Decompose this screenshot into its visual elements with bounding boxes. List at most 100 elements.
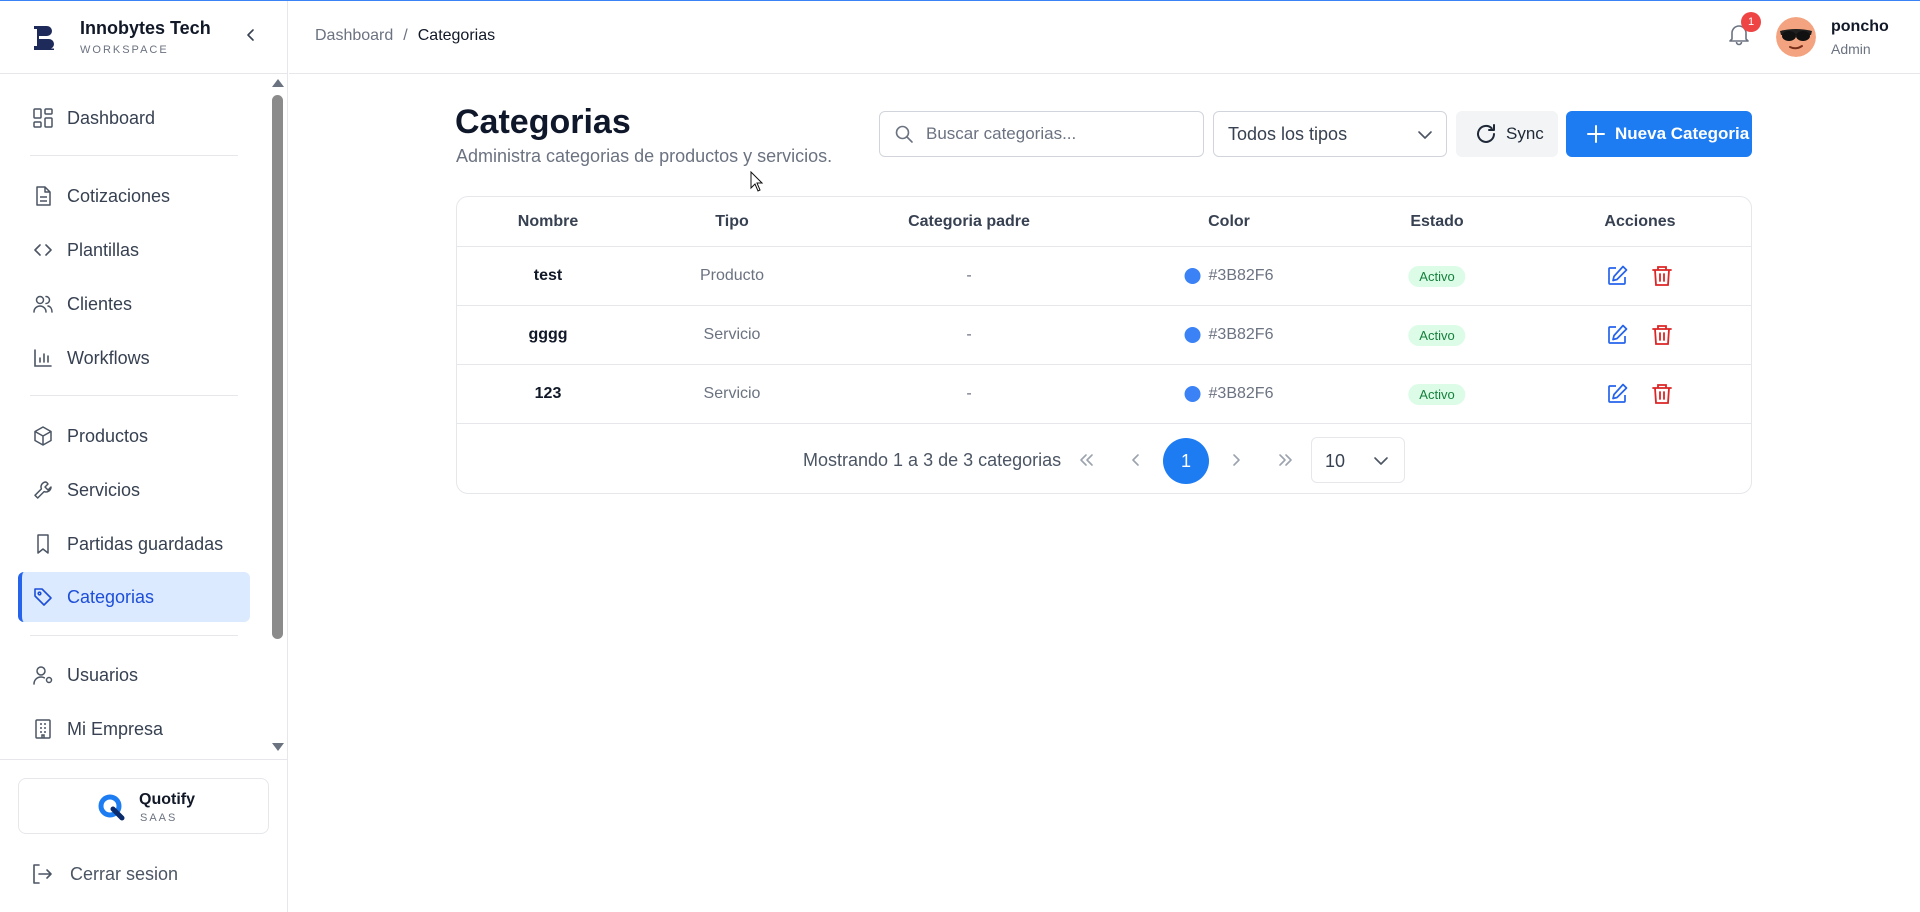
users-icon <box>33 295 53 313</box>
color-hex: #3B82F6 <box>1208 326 1274 343</box>
sidebar-item-servicios[interactable]: Servicios <box>18 465 250 515</box>
sidebar-divider <box>30 395 238 396</box>
column-header-tipo[interactable]: Tipo <box>715 213 748 231</box>
bar-chart-icon <box>34 349 52 367</box>
delete-trash-icon[interactable] <box>1650 264 1674 288</box>
sidebar-item-label: Workflows <box>67 347 150 368</box>
table-row: test Producto - #3B82F6 Activo <box>457 247 1751 306</box>
chevron-down-icon <box>1418 131 1432 139</box>
column-header-nombre[interactable]: Nombre <box>518 213 578 231</box>
type-filter-select[interactable]: Todos los tipos <box>1213 111 1447 157</box>
sidebar-item-mi-empresa[interactable]: Mi Empresa <box>18 704 250 754</box>
sidebar-item-label: Clientes <box>67 293 133 314</box>
table-header: Nombre Tipo Categoria padre Color Estado… <box>457 197 1751 247</box>
cell-color: #3B82F6 <box>1184 385 1273 403</box>
sidebar-divider <box>30 155 238 156</box>
chevron-down-icon <box>1374 457 1388 465</box>
sidebar-divider <box>30 635 238 636</box>
scroll-down-arrow-icon[interactable] <box>272 743 284 751</box>
sidebar-item-clientes[interactable]: Clientes <box>18 279 250 329</box>
sync-button[interactable]: Sync <box>1456 111 1558 157</box>
logout-label: Cerrar sesion <box>70 863 179 884</box>
tag-icon <box>34 588 52 606</box>
edit-icon[interactable] <box>1605 264 1629 288</box>
next-page-icon[interactable] <box>1221 445 1251 475</box>
sidebar-scrollbar[interactable] <box>268 79 288 755</box>
search-input[interactable] <box>926 122 1186 146</box>
table-row: 123 Servicio - #3B82F6 Activo <box>457 365 1751 424</box>
status-badge: Activo <box>1408 384 1466 405</box>
sidebar-footer: Quotify SAAS Cerrar sesion <box>0 759 288 912</box>
sidebar-item-productos[interactable]: Productos <box>18 411 250 461</box>
breadcrumb-current: Categorias <box>417 27 496 44</box>
cell-categoria-padre: - <box>966 326 972 343</box>
scroll-up-arrow-icon[interactable] <box>272 79 284 87</box>
sidebar-item-cotizaciones[interactable]: Cotizaciones <box>18 171 250 221</box>
logout-button[interactable]: Cerrar sesion <box>30 860 178 888</box>
cell-color: #3B82F6 <box>1184 326 1274 344</box>
scrollbar-thumb[interactable] <box>272 95 283 639</box>
edit-icon[interactable] <box>1605 382 1629 406</box>
avatar-face-icon <box>1776 17 1816 57</box>
cell-tipo: Producto <box>699 267 765 284</box>
last-page-icon[interactable] <box>1271 445 1301 475</box>
sidebar-item-partidas-guardadas[interactable]: Partidas guardadas <box>18 519 250 569</box>
sidebar-item-label: Partidas guardadas <box>67 533 224 554</box>
app-card-subtitle: SAAS <box>140 812 178 824</box>
sidebar-item-label: Servicios <box>67 479 141 500</box>
sidebar-item-usuarios[interactable]: Usuarios <box>18 650 250 700</box>
breadcrumb: Dashboard / Categorias <box>315 27 495 45</box>
first-page-icon[interactable] <box>1071 445 1101 475</box>
table-row: gggg Servicio - #3B82F6 Activo <box>457 306 1751 365</box>
sidebar-item-label: Usuarios <box>67 664 139 685</box>
delete-trash-icon[interactable] <box>1650 382 1674 406</box>
cell-nombre: gggg <box>528 326 568 343</box>
app-card-name: Quotify <box>139 791 195 808</box>
new-category-label: Nueva Categoria <box>1615 124 1750 143</box>
brand-name: Innobytes Tech <box>80 18 211 38</box>
page-button-current[interactable]: 1 <box>1163 438 1209 484</box>
delete-trash-icon[interactable] <box>1650 323 1674 347</box>
app-card-quotify[interactable]: Quotify SAAS <box>18 778 269 834</box>
sidebar-item-label: Dashboard <box>67 107 156 128</box>
refresh-icon <box>1477 124 1495 143</box>
sidebar: Innobytes Tech WORKSPACE Dashboard Cotiz… <box>0 1 288 912</box>
sidebar-item-workflows[interactable]: Workflows <box>18 333 250 383</box>
bookmark-icon <box>37 534 49 554</box>
user-name: poncho <box>1831 18 1889 35</box>
page-subtitle: Administra categorias de productos y ser… <box>456 146 833 166</box>
previous-page-icon[interactable] <box>1121 445 1151 475</box>
color-swatch <box>1184 268 1201 284</box>
document-icon <box>36 186 51 206</box>
sidebar-nav: Dashboard Cotizaciones Plantillas Client… <box>0 75 268 758</box>
dashboard-icon <box>33 108 53 128</box>
cell-categoria-padre: - <box>966 385 972 402</box>
breadcrumb-link-dashboard[interactable]: Dashboard <box>315 27 393 45</box>
categories-table-card: Nombre Tipo Categoria padre Color Estado… <box>456 196 1752 494</box>
sidebar-item-plantillas[interactable]: Plantillas <box>18 225 250 275</box>
avatar[interactable] <box>1776 17 1816 57</box>
per-page-select[interactable]: 10 <box>1311 437 1405 483</box>
edit-icon[interactable] <box>1605 323 1629 347</box>
sidebar-item-dashboard[interactable]: Dashboard <box>18 93 250 143</box>
color-swatch <box>1184 386 1201 402</box>
sidebar-item-label: Productos <box>67 425 149 446</box>
column-header-categoria-padre[interactable]: Categoria padre <box>908 213 1030 231</box>
mouse-cursor-icon <box>750 171 764 192</box>
per-page-value: 10 <box>1325 451 1346 471</box>
sidebar-item-categorias[interactable]: Categorias <box>18 572 250 622</box>
brand-text: Innobytes Tech WORKSPACE <box>80 18 211 56</box>
cell-tipo: Servicio <box>703 326 761 343</box>
collapse-sidebar-chevron-left-icon[interactable] <box>243 27 259 43</box>
brand-header: Innobytes Tech WORKSPACE <box>0 1 288 74</box>
column-header-color[interactable]: Color <box>1208 213 1250 231</box>
new-category-button[interactable]: Nueva Categoria <box>1566 111 1752 157</box>
type-filter-value: Todos los tipos <box>1228 124 1348 144</box>
cell-categoria-padre: - <box>966 267 972 284</box>
cell-nombre: test <box>533 267 563 284</box>
sidebar-item-label: Categorias <box>67 586 155 607</box>
user-cog-icon <box>33 666 53 685</box>
column-header-estado[interactable]: Estado <box>1410 213 1463 231</box>
cell-color: #3B82F6 <box>1184 267 1273 285</box>
sidebar-item-label: Plantillas <box>67 239 140 260</box>
